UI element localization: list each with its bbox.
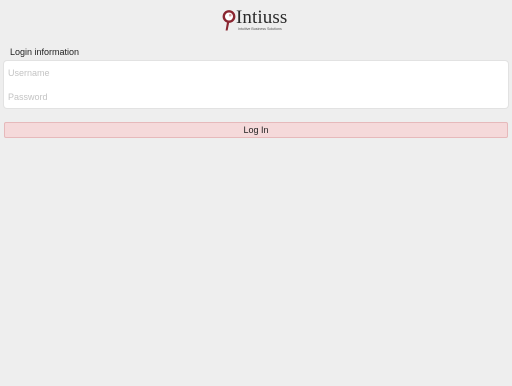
pin-logo-icon: [222, 10, 236, 31]
password-field[interactable]: [4, 85, 508, 108]
section-title: Login information: [10, 47, 80, 57]
brand-logo: Intiuss Intuitive Business Solutions: [222, 8, 292, 34]
login-button[interactable]: Log In: [4, 122, 508, 138]
header: Intiuss Intuitive Business Solutions: [0, 0, 512, 40]
login-card: [4, 61, 508, 108]
username-field[interactable]: [4, 61, 508, 84]
brand-tagline: Intuitive Business Solutions: [238, 27, 282, 31]
brand-name: Intiuss: [236, 7, 288, 28]
